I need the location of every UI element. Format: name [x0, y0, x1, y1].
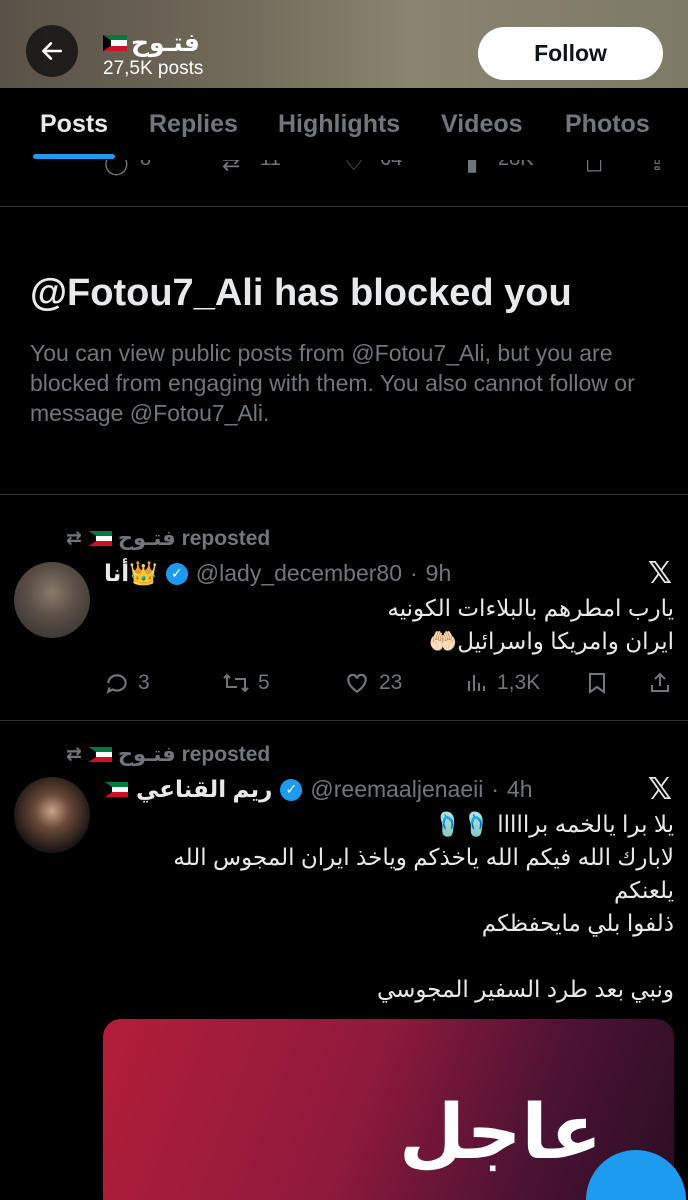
- like-count: 64: [380, 160, 402, 171]
- repost-count: 5: [258, 671, 270, 694]
- analytics-icon: [468, 675, 485, 691]
- repost-count: 11: [260, 160, 281, 171]
- heart-icon: [347, 673, 367, 693]
- profile-name: فتـوح: [131, 29, 200, 57]
- post-actions: 3 5 23 1,3K: [0, 670, 688, 700]
- repost-icon: ⇄: [66, 528, 82, 549]
- views-count: 28K: [498, 160, 534, 171]
- post-line: ذلفوا بلي مايحفظكم: [481, 910, 674, 936]
- separator-dot: ·: [491, 776, 500, 802]
- share-icon: [651, 672, 669, 692]
- separator-dot: ·: [410, 560, 418, 586]
- repost-indicator: ⇄ فتـوح reposted: [66, 526, 270, 551]
- x-logo-icon: 𝕏: [647, 557, 672, 590]
- tab-photos[interactable]: Photos: [565, 110, 650, 139]
- bookmark-button[interactable]: [585, 670, 609, 696]
- bookmark-icon: [589, 673, 605, 694]
- verified-badge-icon: ✓: [280, 778, 303, 801]
- reply-count: 8: [140, 160, 151, 171]
- author-row: ريم القناعي ✓ @reemaaljenaeii · 4h: [104, 776, 533, 803]
- blocked-title: @Fotou7_Ali has blocked you: [30, 272, 572, 314]
- bookmark-icon[interactable]: ◻: [585, 160, 603, 176]
- share-button[interactable]: [648, 670, 672, 696]
- repost-icon: [223, 673, 249, 693]
- post-line: لابارك الله فيكم الله ياخذكم وياخذ ايران…: [173, 844, 674, 870]
- blocked-message: You can view public posts from @Fotou7_A…: [30, 340, 635, 426]
- tab-highlights[interactable]: Highlights: [278, 110, 400, 139]
- post-time[interactable]: 4h: [507, 776, 533, 803]
- divider: [0, 720, 688, 721]
- back-button[interactable]: [26, 25, 78, 77]
- repost-button[interactable]: 5: [222, 670, 270, 696]
- like-button[interactable]: 23: [343, 670, 402, 696]
- post-time[interactable]: 9h: [426, 560, 452, 587]
- like-count: 23: [379, 671, 403, 694]
- follow-button[interactable]: Follow: [478, 27, 663, 80]
- author-row: أنا👑 ✓ @lady_december80 · 9h: [104, 560, 451, 587]
- kuwait-flag-icon: [103, 35, 127, 51]
- tab-videos[interactable]: Videos: [441, 110, 523, 139]
- tab-replies[interactable]: Replies: [149, 110, 238, 139]
- share-icon[interactable]: ⇪: [648, 160, 666, 176]
- profile-tabs: Posts Replies Highlights Videos Photos: [0, 88, 688, 160]
- active-tab-indicator: [33, 154, 115, 159]
- author-handle[interactable]: @lady_december80: [196, 560, 402, 587]
- post-line: ونبي بعد طرد السفير المجوسي: [376, 976, 674, 1002]
- kuwait-flag-icon: [87, 530, 112, 547]
- x-logo-icon: 𝕏: [647, 773, 672, 806]
- views-count: 1,3K: [497, 671, 541, 694]
- author-name[interactable]: ريم القناعي: [136, 776, 272, 803]
- post-line: ايران وامريكا واسرائيل🤲🏻: [428, 628, 674, 654]
- media-headline: عاجل: [398, 1087, 602, 1176]
- divider: [0, 494, 688, 495]
- reply-icon[interactable]: ◯: [104, 160, 129, 176]
- author-name[interactable]: أنا👑: [104, 560, 158, 587]
- post-text: يلا برا يالخمه برااااا 🩴🩴 لابارك الله في…: [173, 808, 674, 1006]
- views-icon[interactable]: ▮: [466, 160, 478, 176]
- post-count: 27,5K posts: [103, 58, 204, 79]
- repost-label: فتـوح reposted: [117, 743, 271, 766]
- reply-icon: [106, 674, 127, 694]
- profile-header: فتـوح 27,5K posts Follow: [0, 0, 688, 88]
- post-line: يلعنكم: [613, 877, 674, 903]
- avatar[interactable]: [14, 562, 90, 638]
- repost-icon[interactable]: ⇄: [222, 160, 240, 176]
- profile-name-row: فتـوح: [103, 28, 200, 58]
- kuwait-flag-icon: [87, 746, 112, 763]
- repost-indicator: ⇄ فتـوح reposted: [66, 742, 270, 767]
- arrow-left-icon: [42, 42, 62, 60]
- post-text: يارب امطرهم بالبلاءات الكونيه ايران وامر…: [387, 592, 674, 658]
- verified-badge-icon: ✓: [165, 562, 188, 585]
- post-line: يلا برا يالخمه برااااا 🩴🩴: [433, 811, 674, 837]
- post-media[interactable]: عاجل: [103, 1019, 674, 1200]
- divider: [0, 206, 688, 207]
- previous-post-actions: ◯ 8 ⇄ 11 ♡ 64 ▮ 28K ◻ ⇪: [0, 160, 688, 180]
- kuwait-flag-icon: [104, 781, 128, 798]
- reply-count: 3: [138, 671, 150, 694]
- views-button[interactable]: 1,3K: [465, 670, 540, 696]
- repost-icon: ⇄: [66, 744, 82, 765]
- author-handle[interactable]: @reemaaljenaeii: [310, 776, 483, 803]
- avatar[interactable]: [14, 777, 90, 853]
- reply-button[interactable]: 3: [104, 670, 150, 696]
- like-icon[interactable]: ♡: [344, 160, 364, 176]
- post-line: يارب امطرهم بالبلاءات الكونيه: [387, 595, 674, 621]
- tab-posts[interactable]: Posts: [40, 110, 108, 139]
- post-line: [173, 940, 674, 973]
- repost-label: فتـوح reposted: [117, 527, 271, 550]
